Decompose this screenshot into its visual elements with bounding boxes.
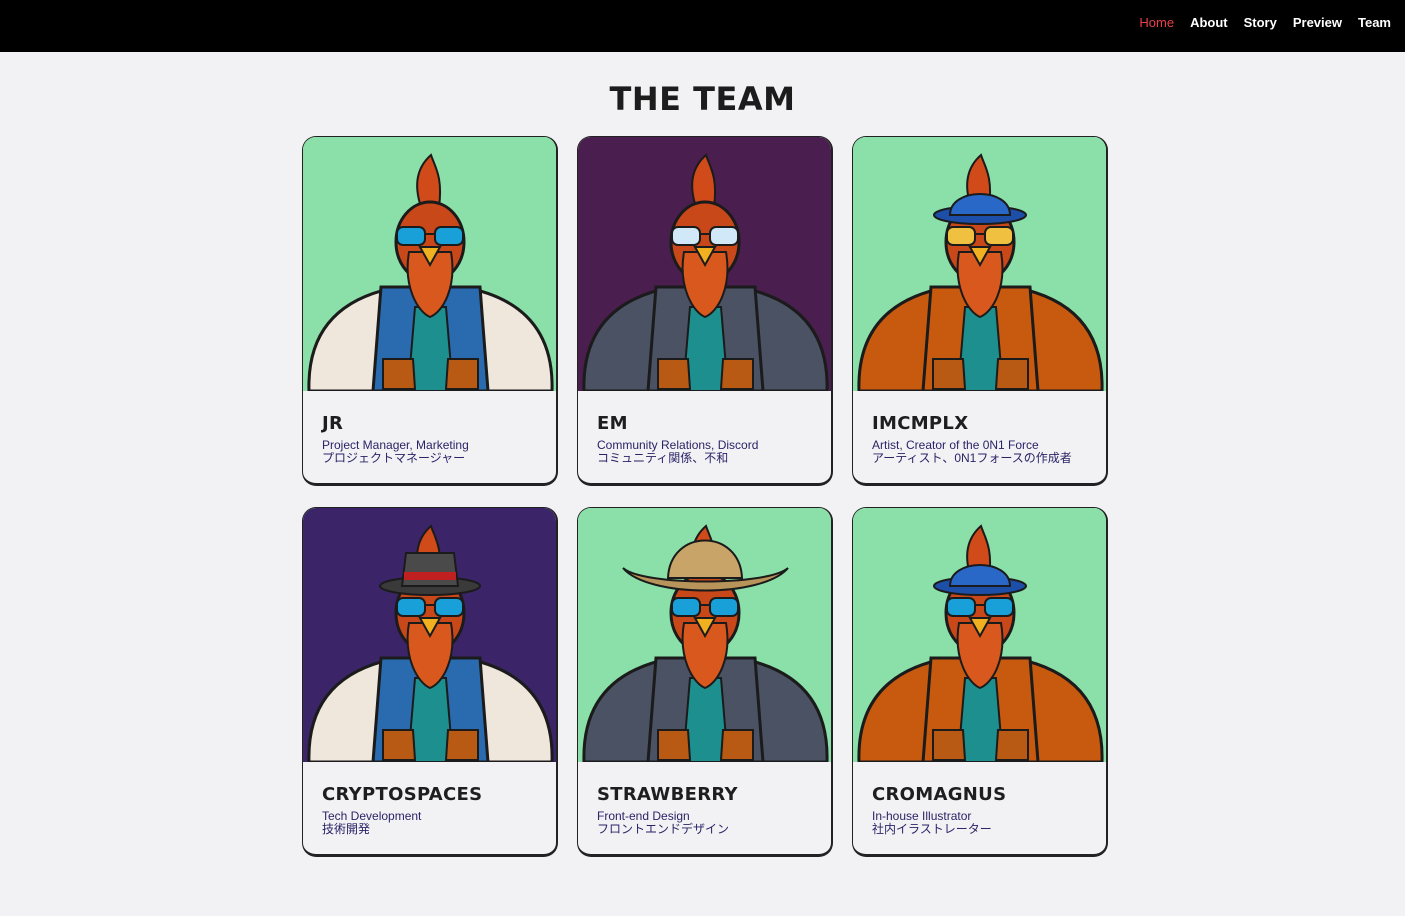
- member-portrait: [853, 137, 1106, 391]
- member-role-japanese: 技術開発: [322, 822, 371, 836]
- member-name: EM: [597, 413, 628, 434]
- member-role-japanese: フロントエンドデザイン: [597, 822, 730, 836]
- member-name: IMCMPLX: [872, 413, 969, 434]
- nav-link-preview[interactable]: Preview: [1293, 15, 1342, 30]
- nav-link-about[interactable]: About: [1190, 15, 1228, 30]
- team-card-imcmplx: IMCMPLX Artist, Creator of the 0N1 Force…: [852, 136, 1108, 486]
- member-role-japanese: 社内イラストレーター: [872, 822, 992, 836]
- nav-link-story[interactable]: Story: [1244, 15, 1277, 30]
- member-name: CROMAGNUS: [872, 784, 1007, 805]
- member-portrait: [303, 508, 556, 762]
- member-name: STRAWBERRY: [597, 784, 738, 805]
- member-role-japanese: プロジェクトマネージャー: [322, 451, 466, 465]
- team-card-cryptospaces: CRYPTOSPACES Tech Development 技術開発: [302, 507, 558, 857]
- member-portrait: [578, 137, 831, 391]
- member-role-japanese: アーティスト、0N1フォースの作成者: [872, 451, 1072, 465]
- nav-link-home[interactable]: Home: [1139, 15, 1174, 30]
- team-grid: JR Project Manager, Marketing プロジェクトマネージ…: [302, 136, 1108, 857]
- team-card-strawberry: STRAWBERRY Front-end Design フロントエンドデザイン: [577, 507, 833, 857]
- team-card-jr: JR Project Manager, Marketing プロジェクトマネージ…: [302, 136, 558, 486]
- team-card-em: EM Community Relations, Discord コミュニティ関係…: [577, 136, 833, 486]
- nav-link-team[interactable]: Team: [1358, 15, 1391, 30]
- page-title: THE TEAM: [609, 80, 796, 118]
- member-portrait: [853, 508, 1106, 762]
- top-navigation-bar: Home About Story Preview Team: [0, 0, 1405, 52]
- member-name: CRYPTOSPACES: [322, 784, 483, 805]
- member-portrait: [578, 508, 831, 762]
- member-role-japanese: コミュニティ関係、不和: [597, 451, 729, 465]
- member-name: JR: [322, 413, 344, 434]
- team-card-cromagnus: CROMAGNUS In-house Illustrator 社内イラストレータ…: [852, 507, 1108, 857]
- main-nav: Home About Story Preview Team: [1139, 15, 1391, 30]
- member-portrait: [303, 137, 556, 391]
